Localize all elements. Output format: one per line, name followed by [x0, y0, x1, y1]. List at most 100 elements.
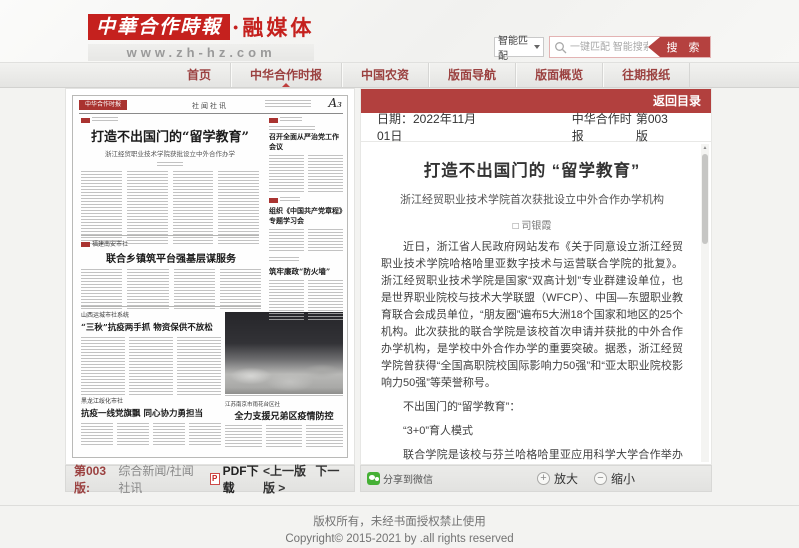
article-page-number: 第003版 — [636, 110, 675, 144]
preview-article-heilongjiang: 黑龙江绥化市社 抗疫一线党旗飘 同心协力勇担当 — [81, 396, 221, 447]
page: 中華合作時報 ·融媒体 www.zh-hz.com 智能匹配 搜 索 首页 中华… — [0, 0, 799, 548]
zoom-controls: 放大 缩小 — [537, 470, 651, 487]
divider — [79, 113, 343, 114]
plus-icon — [537, 472, 550, 485]
newspaper-page-image[interactable]: 中华合作时报 社闻社讯 A₃ 打造不出国门的“留学教育” 浙江经贸职业技术学院获… — [72, 95, 348, 458]
site-header: 中華合作時報 ·融媒体 www.zh-hz.com 智能匹配 搜 索 — [0, 0, 799, 62]
article-panel: 返回目录 日期：2022年11月01日 中华合作时报 第003版 打造不出国门的… — [360, 88, 712, 465]
scrollbar-thumb[interactable] — [702, 154, 708, 244]
preview-main-headline: 打造不出国门的“留学教育” — [81, 126, 259, 145]
search-mode-select[interactable]: 智能匹配 — [494, 37, 544, 57]
zoom-out-button[interactable]: 缩小 — [594, 470, 635, 487]
red-tag-icon — [81, 118, 90, 123]
zoom-out-label: 缩小 — [611, 470, 635, 487]
copyright-line-en: Copyright© 2015-2021 by .all rights rese… — [0, 533, 799, 545]
article-scrollbar[interactable]: ▲ — [701, 144, 709, 462]
article-subtitle: 浙江经贸职业技术学院首次获批设立中外合作办学机构 — [381, 191, 683, 207]
article-paragraph: “3+0”育人模式 — [381, 423, 683, 440]
article-author: □ 司银霞 — [381, 217, 683, 232]
nav-item-page-overview[interactable]: 版面概览 — [516, 63, 603, 87]
preview-tag-shanxi: 山西运城市社系统 — [81, 313, 129, 319]
copyright-line-zh: 版权所有，未经书面授权禁止使用 — [0, 513, 799, 529]
pdf-download-button[interactable]: PDF下载 — [223, 462, 263, 496]
site-url: www.zh-hz.com — [88, 44, 314, 61]
text-columns — [81, 269, 261, 311]
search-button[interactable]: 搜 索 — [648, 37, 710, 57]
text-lines — [92, 117, 118, 122]
nav-item-zhhz-times[interactable]: 中华合作时报 — [231, 63, 342, 87]
text-lines — [269, 257, 299, 262]
text-columns — [269, 280, 343, 320]
search-area: 智能匹配 搜 索 — [494, 36, 711, 58]
preview-headline-heilongjiang: 抗疫一线党旗飘 同心协力勇担当 — [81, 407, 221, 419]
preview-headline-shanxi: “三秋”抗疫两手抓 物资保供不放松 — [81, 321, 221, 333]
article-body: 打造不出国门的 “留学教育” 浙江经贸职业技术学院首次获批设立中外合作办学机构 … — [361, 143, 699, 464]
page-info-bar: 第003版: 综合新闻/社闻社讯 PDF下载 <上一版 下一版 > — [65, 465, 355, 492]
zoom-in-label: 放大 — [554, 470, 578, 487]
red-tag-icon — [269, 198, 278, 203]
search-box: 搜 索 — [549, 36, 711, 58]
text-columns — [81, 423, 221, 447]
site-logo[interactable]: 中華合作時報 ·融媒体 www.zh-hz.com — [88, 12, 314, 61]
divider — [81, 235, 259, 236]
logo-suffix: ·融媒体 — [232, 12, 314, 42]
wechat-icon — [367, 472, 380, 485]
zoom-in-button[interactable]: 放大 — [537, 470, 578, 487]
pagebar-section-name: 综合新闻/社闻社讯 — [118, 462, 202, 496]
site-footer: 版权所有，未经书面授权禁止使用 Copyright© 2015-2021 by … — [0, 505, 799, 545]
red-tag-icon — [81, 242, 90, 247]
preview-tag-heilongjiang: 黑龙江绥化市社 — [81, 399, 123, 405]
text-columns — [81, 171, 259, 245]
main-nav: 首页 中华合作时报 中国农资 版面导航 版面概览 往期报纸 — [0, 62, 799, 88]
share-label: 分享到微信 — [383, 471, 433, 486]
preview-photo — [225, 312, 343, 394]
article-paragraph: 联合学院是该校与芬兰哈格哈里亚应用科学大学合作举办的非独立法人实体性二级学院，设… — [381, 447, 683, 464]
nav-item-home[interactable]: 首页 — [168, 63, 231, 87]
text-columns — [269, 155, 343, 193]
nav-item-page-navigation[interactable]: 版面导航 — [429, 63, 516, 87]
preview-tag-jiangsu: 江苏南京市雨花台区社 — [225, 402, 280, 408]
preview-page-marker: A₃ — [329, 96, 342, 110]
pagebar-page-number: 第003版: — [74, 462, 114, 496]
preview-headline-jiangsu: 全力支援兄弟区疫情防控 — [225, 409, 343, 422]
preview-article-shanxi: 山西运城市社系统 “三秋”抗疫两手抓 物资保供不放松 — [81, 310, 221, 395]
preview-right-headline-1: 召开全面从严治党工作会议 — [269, 132, 343, 152]
text-lines — [280, 117, 302, 122]
article-toolbar: 分享到微信 放大 缩小 — [360, 465, 712, 492]
preview-article-jiangsu: 江苏南京市雨花台区社 全力支援兄弟区疫情防控 — [225, 400, 343, 447]
chevron-down-icon — [534, 45, 540, 49]
preview-main-story: 打造不出国门的“留学教育” 浙江经贸职业技术学院获批设立中外合作办学 — [81, 117, 259, 245]
article-title: 打造不出国门的 “留学教育” — [381, 157, 683, 181]
search-icon — [554, 41, 567, 54]
search-input[interactable] — [570, 37, 648, 57]
preview-right-headline-2: 组织《中国共产党章程》专题学习会 — [269, 206, 343, 226]
pdf-icon — [210, 473, 220, 485]
nav-item-china-nongzi[interactable]: 中国农资 — [342, 63, 429, 87]
search-mode-value: 智能匹配 — [498, 32, 534, 62]
logo-box: 中華合作時報 — [88, 14, 230, 40]
photo-caption-lines — [225, 395, 343, 398]
article-date: 日期：2022年11月01日 — [377, 110, 488, 144]
scroll-up-arrow[interactable]: ▲ — [701, 144, 709, 153]
preview-tag-fujian: 福建南安市社 — [92, 242, 128, 248]
text-lines — [265, 100, 311, 109]
text-lines — [269, 126, 315, 130]
prev-page-button[interactable]: <上一版 — [263, 464, 306, 478]
nav-item-past-issues[interactable]: 往期报纸 — [603, 63, 690, 87]
preview-article-fujian: 福建南安市社 联合乡镇筑平台强基层谋服务 — [81, 239, 261, 311]
preview-right-column: 召开全面从严治党工作会议 组织《中国共产党章程》专题学习会 筑牢廉政“防火墙” — [269, 117, 343, 320]
divider — [81, 306, 261, 307]
text-columns — [269, 229, 343, 253]
text-columns — [225, 425, 343, 447]
article-paragraph: 近日，浙江省人民政府网站发布《关于同意设立浙江经贸职业技术学院哈格哈里亚数字技术… — [381, 239, 683, 392]
minus-icon — [594, 472, 607, 485]
preview-headline-fujian: 联合乡镇筑平台强基层谋服务 — [81, 250, 261, 265]
preview-main-subheadline: 浙江经贸职业技术学院获批设立中外合作办学 — [81, 148, 259, 158]
text-lines — [157, 162, 183, 166]
newspaper-preview-panel: 中华合作时报 社闻社讯 A₃ 打造不出国门的“留学教育” 浙江经贸职业技术学院获… — [65, 88, 355, 465]
preview-right-headline-3: 筑牢廉政“防火墙” — [269, 266, 343, 277]
article-meta: 日期：2022年11月01日 中华合作时报 第003版 — [361, 113, 711, 142]
share-wechat-button[interactable]: 分享到微信 — [367, 471, 433, 486]
text-lines — [280, 197, 300, 202]
article-paragraph: 不出国门的“留学教育”： — [381, 399, 683, 416]
